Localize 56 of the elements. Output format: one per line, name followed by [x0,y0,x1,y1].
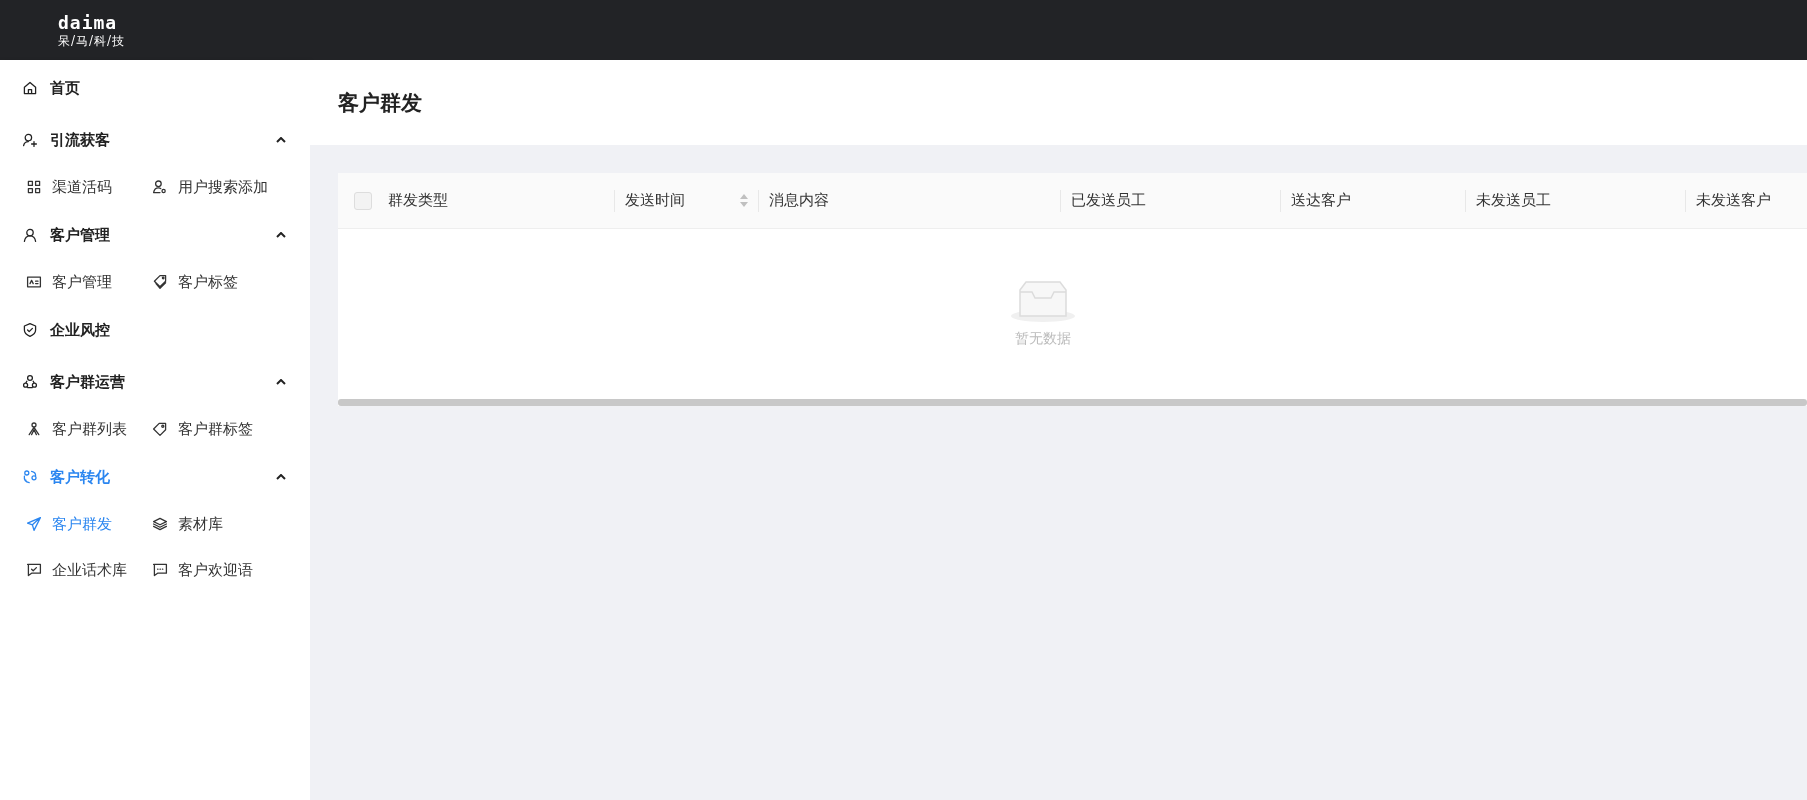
caret-icon [276,379,286,385]
logo[interactable]: daima 呆/马/科/技 [58,13,126,47]
user-plus-icon [22,132,38,148]
cycle-icon [22,469,38,485]
menu-item[interactable]: 素材库 [152,513,302,535]
menu-group[interactable]: 客户群运营 [0,367,310,397]
menu-group-label: 客户管理 [50,225,111,245]
column-header[interactable]: 发送时间 [614,189,758,212]
user-icon [22,227,38,243]
tag-icon [152,421,168,437]
select-all-checkbox[interactable] [354,191,372,210]
id-card-icon [26,274,42,290]
column-header: 消息内容 [758,189,1060,212]
chat-check-icon [26,562,42,578]
empty-message: 暂无数据 [1014,330,1071,348]
send-icon [26,516,42,532]
column-header: 送达客户 [1280,189,1465,212]
column-header: 已发送员工 [1060,189,1280,212]
shield-check-icon [22,322,38,338]
menu-item[interactable]: 客户标签 [152,271,302,293]
sort-icon [740,194,748,207]
menu-group[interactable]: 首页 [0,73,310,103]
chat-dots-icon [152,562,168,578]
menu-item[interactable]: 客户欢迎语 [152,559,302,581]
menu-item[interactable]: 企业话术库 [26,559,152,581]
menu-item[interactable]: 用户搜索添加 [152,176,302,198]
menu-item[interactable]: 客户群发 [26,513,152,535]
page-title: 客户群发 [338,89,422,117]
menu-item[interactable]: 客户群标签 [152,418,302,440]
layers-icon [152,516,168,532]
empty-inbox-icon [1009,280,1076,324]
menu-group-label: 客户转化 [50,467,111,487]
caret-icon [276,232,286,238]
menu-group[interactable]: 客户管理 [0,220,310,250]
menu-group[interactable]: 引流获客 [0,125,310,155]
menu-item[interactable]: 渠道活码 [26,176,152,198]
menu-group[interactable]: 企业风控 [0,315,310,345]
people-icon [26,421,42,437]
column-header: 未发送员工 [1465,189,1685,212]
menu-group-label: 客户群运营 [50,372,126,392]
column-header: 未发送客户 [1685,189,1807,212]
menu-group-label: 引流获客 [50,130,111,150]
group-icon [22,374,38,390]
tags-icon [152,274,168,290]
menu-group-label: 企业风控 [50,320,111,340]
menu-item[interactable]: 客户群列表 [26,418,152,440]
caret-icon [276,474,286,480]
user-search-icon [152,179,168,195]
caret-icon [276,137,286,143]
menu-item[interactable]: 客户管理 [26,271,152,293]
home-icon [22,80,38,96]
column-header: 群发类型 [388,190,449,211]
menu-group[interactable]: 客户转化 [0,462,310,492]
menu-group-label: 首页 [50,78,81,98]
horizontal-scrollbar[interactable] [338,399,1807,406]
qr-code-icon [26,179,42,195]
